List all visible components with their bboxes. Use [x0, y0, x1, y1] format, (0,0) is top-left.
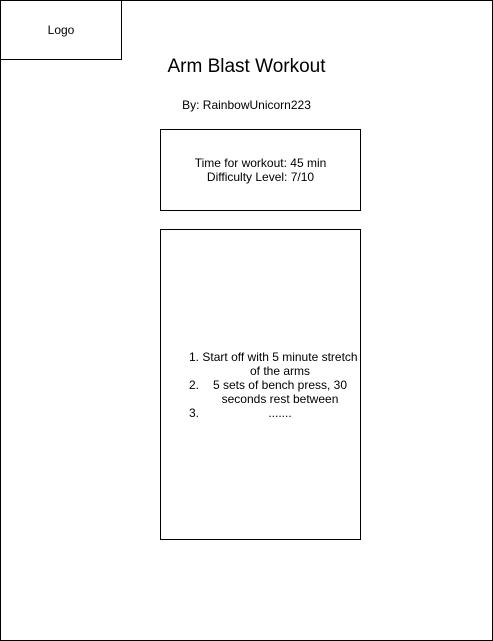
workout-steps-box: 1. Start off with 5 minute stretch of th…: [160, 229, 361, 540]
step-text: .......: [268, 406, 292, 420]
step-number: 3.: [189, 406, 200, 420]
page-title: Arm Blast Workout: [167, 56, 326, 77]
steps-list: 1. Start off with 5 minute stretch of th…: [161, 350, 360, 420]
logo-label: Logo: [47, 23, 75, 37]
logo[interactable]: Logo: [1, 1, 122, 60]
page-frame: Logo Arm Blast Workout By: RainbowUnicor…: [0, 0, 493, 641]
step-text: 5 sets of bench press, 30 seconds rest b…: [212, 378, 348, 406]
step-text: Start off with 5 minute stretch of the a…: [202, 350, 358, 378]
workout-info-box: Time for workout: 45 min Difficulty Leve…: [160, 129, 361, 211]
step-item: 2. 5 sets of bench press, 30 seconds res…: [161, 378, 360, 406]
author-byline: By: RainbowUnicorn223: [182, 98, 311, 112]
workout-time: Time for workout: 45 min: [194, 156, 327, 170]
step-item: 1. Start off with 5 minute stretch of th…: [161, 350, 360, 378]
step-number: 2.: [189, 378, 200, 392]
step-number: 1.: [189, 350, 200, 364]
difficulty-level: Difficulty Level: 7/10: [206, 170, 315, 184]
step-item: 3. .......: [161, 406, 360, 420]
